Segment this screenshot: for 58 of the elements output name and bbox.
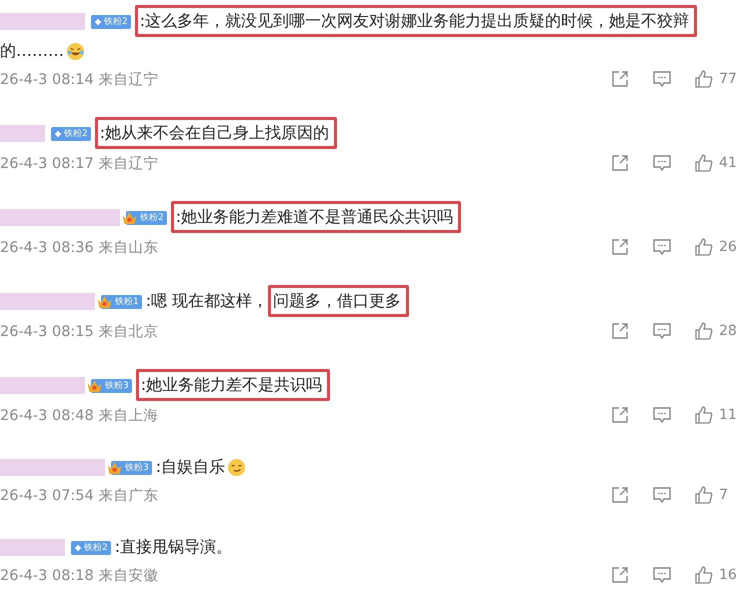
redacted-name [0,539,65,556]
crown-icon [121,210,138,226]
smirking-emoji-icon [227,458,246,478]
thumbs-up-icon [694,69,714,89]
highlighted-comment-text: :她从来不会在自己身上找原因的 [94,117,338,149]
laughing-emoji-icon [66,42,85,62]
comment-icon[interactable] [652,237,672,257]
thumbs-up-icon [694,237,714,257]
comment-time-location: 26-4-3 08:36 来自山东 [0,238,158,256]
diamond-icon [94,18,102,26]
comment-time-location: 26-4-3 08:17 来自辽宁 [0,154,158,172]
comment-time-location: 26-4-3 08:14 来自辽宁 [0,70,158,88]
fan-badge: 铁粉2 [91,14,131,29]
comment-icon[interactable] [652,321,672,341]
highlighted-comment-text: 问题多，借口更多 [268,285,410,317]
like-button[interactable]: 26 [694,237,737,257]
like-button[interactable]: 11 [694,405,737,425]
redacted-name [0,125,45,142]
comment-text: :自娱自乐 [156,457,226,476]
share-icon[interactable] [610,485,630,505]
comment-text: :嗯 现在都这样， [146,291,268,310]
like-button[interactable]: 28 [694,321,737,341]
share-icon[interactable] [610,69,630,89]
fan-badge: 铁粉2 [71,540,111,555]
crown-icon [96,294,113,310]
like-button[interactable]: 7 [694,485,728,505]
share-icon[interactable] [610,153,630,173]
fan-badge: 铁粉2 [51,126,91,141]
highlighted-comment-text: :她业务能力差难道不是普通民众共识吗 [170,201,462,233]
share-icon[interactable] [610,237,630,257]
like-button[interactable]: 16 [694,565,737,585]
highlighted-comment-text: :她业务能力差不是共识吗 [136,369,330,401]
thumbs-up-icon [694,485,714,505]
thumbs-up-icon [694,565,714,585]
comment-icon[interactable] [652,153,672,173]
comment-time-location: 26-4-3 08:48 来自上海 [0,406,158,424]
thumbs-up-icon [694,405,714,425]
share-icon[interactable] [610,405,630,425]
crown-icon [86,378,103,394]
comment-text: 的……… [0,41,64,60]
like-button[interactable]: 77 [694,69,737,89]
highlighted-comment-text: :这么多年，就没见到哪一次网友对谢娜业务能力提出质疑的时候，她是不狡辩 [134,5,698,37]
share-icon[interactable] [610,565,630,585]
thumbs-up-icon [694,321,714,341]
comment-time-location: 26-4-3 08:18 来自安徽 [0,566,158,584]
diamond-icon [74,544,82,552]
diamond-icon [54,130,62,138]
comment-icon[interactable] [652,69,672,89]
like-button[interactable]: 41 [694,153,737,173]
comment-text: :直接甩锅导演。 [114,537,232,556]
comment-icon[interactable] [652,485,672,505]
share-icon[interactable] [610,321,630,341]
comment-time-location: 26-4-3 07:54 来自广东 [0,486,158,504]
comment-icon[interactable] [652,565,672,585]
comment-icon[interactable] [652,405,672,425]
comment-time-location: 26-4-3 08:15 来自北京 [0,322,158,340]
crown-icon [106,460,123,476]
thumbs-up-icon [694,153,714,173]
